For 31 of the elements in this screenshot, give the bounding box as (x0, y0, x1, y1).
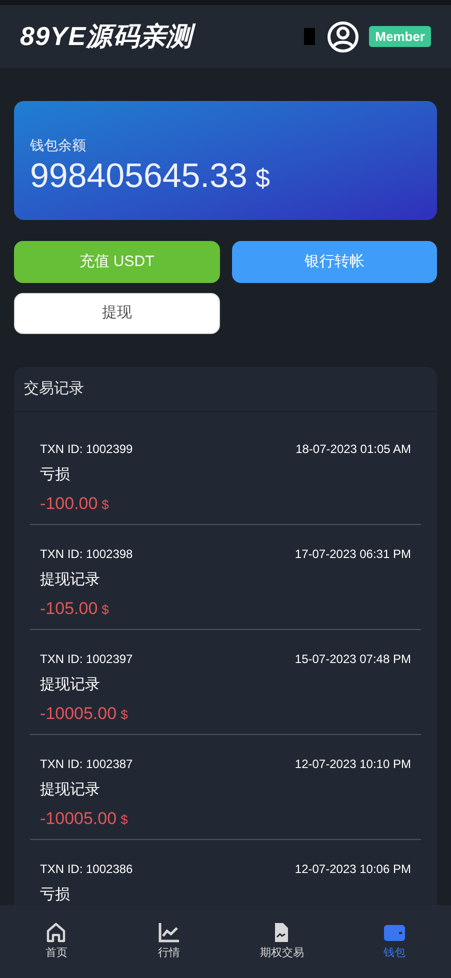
txn-type: 提现记录 (40, 570, 101, 590)
chart-icon (158, 921, 181, 944)
nav-tab[interactable]: 期权交易 (226, 905, 338, 978)
txn-amount: -105.00 $ (40, 598, 110, 620)
txn-id: TXN ID: 1002399 (40, 441, 133, 458)
nav-tab[interactable]: 行情 (112, 905, 226, 978)
txn-amount: -100.00 $ (40, 492, 110, 514)
txn-amount: -10005.00 $ (40, 702, 129, 724)
user-icon[interactable] (327, 20, 360, 52)
action-button[interactable]: 提现 (14, 293, 220, 334)
txn-date: 18-07-2023 01:05 AM (296, 441, 411, 458)
txn-date: 12-07-2023 10:10 PM (294, 756, 411, 773)
panel-title: 交易记录 (14, 367, 437, 412)
bar-icon (304, 28, 316, 45)
txn-date: 15-07-2023 07:48 PM (294, 651, 411, 668)
member-badge: Member (369, 26, 431, 48)
txn-type: 亏损 (40, 885, 71, 905)
balance-amount: 998405645.33 $ (30, 156, 271, 197)
txn-id: TXN ID: 1002397 (40, 651, 133, 668)
txn-amount: -10005.00 $ (40, 808, 129, 830)
home-icon (44, 921, 68, 944)
txn-date: 17-07-2023 06:31 PM (294, 546, 411, 563)
txn-type: 亏损 (40, 465, 71, 485)
txn-id: TXN ID: 1002398 (40, 546, 133, 563)
balance-label: 钱包余额 (30, 136, 87, 155)
txn-date: 12-07-2023 10:06 PM (294, 861, 411, 878)
nav-tab[interactable]: 首页 (0, 905, 113, 978)
txn-type: 提现记录 (40, 675, 101, 695)
txn-id: TXN ID: 1002386 (40, 861, 133, 878)
txn-id: TXN ID: 1002387 (40, 756, 133, 773)
txn-type: 提现记录 (40, 780, 101, 800)
